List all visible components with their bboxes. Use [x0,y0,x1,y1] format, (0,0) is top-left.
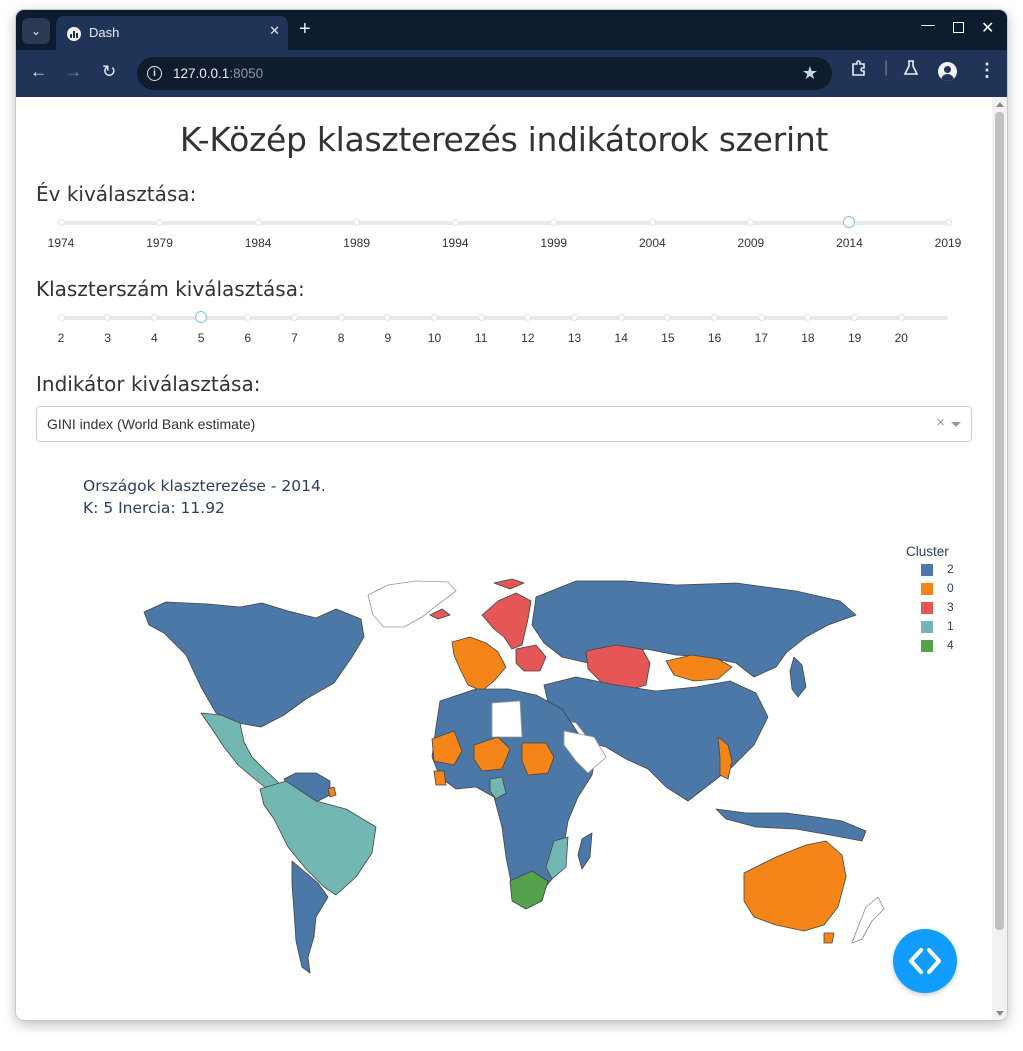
mexico-region [200,712,285,795]
site-info-icon[interactable]: i [147,66,162,81]
legend-item-cluster-3[interactable]: 3 [906,599,966,618]
scroll-down-icon[interactable] [996,1011,1004,1016]
dash-debug-button[interactable] [893,929,957,993]
libya-region [491,700,523,738]
new-zealand-region [851,896,885,944]
legend-label: 4 [947,638,954,652]
browser-toolbar: ← → ↻ i 127.0.0.1:8050 ★ | ⋮ [16,50,1007,97]
eastern-europe-region [515,644,547,672]
legend-title: Cluster [906,544,949,559]
tab-close-icon[interactable]: ✕ [269,23,280,39]
code-brackets-icon [909,948,941,974]
west-africa-region [433,770,447,786]
svalbard-region [493,578,525,590]
url-text[interactable]: 127.0.0.1:8050 [173,66,263,81]
legend-label: 2 [947,562,954,576]
tab-title: Dash [89,25,120,40]
australia-region [743,840,847,932]
maximize-button[interactable] [953,22,964,33]
page-viewport: K-Közép klaszterezés indikátorok szerint… [16,97,1007,1020]
bookmark-star-icon[interactable]: ★ [802,63,818,84]
legend-swatch [921,602,933,614]
greenland-region [367,580,457,628]
reload-icon[interactable]: ↻ [102,62,116,82]
toolbar-divider: | [884,59,889,76]
legend-item-cluster-2[interactable]: 2 [906,561,966,580]
legend-swatch [921,583,933,595]
legend-item-cluster-0[interactable]: 0 [906,580,966,599]
indonesia-region [715,808,867,842]
scrollbar-thumb[interactable] [995,112,1004,930]
legend-swatch [921,564,933,576]
western-europe-region [451,636,507,692]
legend-item-cluster-1[interactable]: 1 [906,618,966,637]
arctic-islands-region [429,608,451,620]
browser-window: ⌄ Dash ✕ + — ✕ ← → ↻ i 127.0.0.1:8050 ★ … [16,10,1007,1020]
legend-label: 3 [947,600,954,614]
madagascar-region [577,832,593,870]
forward-icon[interactable]: → [65,62,82,82]
map-legend: Cluster 2 0 3 1 4 [906,544,966,656]
tab-search-button[interactable]: ⌄ [22,18,50,44]
extensions-icon[interactable] [850,59,868,82]
minimize-button[interactable]: — [921,16,935,32]
menu-kebab-icon[interactable]: ⋮ [978,60,996,81]
legend-label: 0 [947,581,954,595]
legend-label: 1 [947,619,954,633]
scroll-up-icon[interactable] [996,102,1004,107]
back-icon[interactable]: ← [30,62,47,82]
choropleth-world-map[interactable] [16,97,992,1020]
tab-dash[interactable]: Dash ✕ [56,16,288,50]
sudan-region [521,742,555,776]
new-tab-button[interactable]: + [299,18,311,40]
northern-europe-region [481,592,532,650]
profile-avatar-icon[interactable] [938,62,957,81]
tasmania-region [823,932,835,944]
legend-swatch [921,640,933,652]
japan-region [789,656,807,698]
north-america-region [143,601,365,728]
dash-favicon-icon [67,27,81,41]
tab-strip: ⌄ Dash ✕ + — ✕ [16,10,1007,50]
legend-item-cluster-4[interactable]: 4 [906,637,966,656]
legend-swatch [921,621,933,633]
labs-flask-icon[interactable] [902,59,920,82]
address-bar[interactable]: i 127.0.0.1:8050 ★ [137,57,832,90]
page-scrollbar[interactable] [992,97,1007,1020]
close-window-button[interactable]: ✕ [981,18,994,38]
